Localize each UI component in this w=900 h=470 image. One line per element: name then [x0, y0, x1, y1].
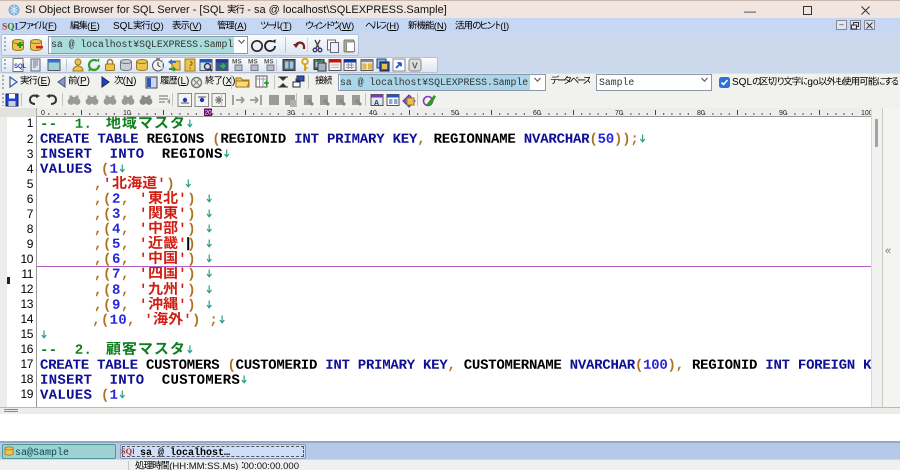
svg-text:60: 60: [533, 110, 541, 117]
svg-text:SQL: SQL: [14, 64, 26, 70]
svg-text:SQL: SQL: [121, 447, 134, 456]
svg-text:MS: MS: [248, 59, 258, 66]
svg-text:40: 40: [369, 110, 377, 117]
svg-text:90: 90: [779, 110, 787, 117]
svg-text:70: 70: [615, 110, 623, 117]
svg-text:MS: MS: [232, 59, 242, 66]
svg-text:30: 30: [287, 110, 295, 117]
svg-text:V: V: [412, 61, 418, 71]
svg-text:MS: MS: [264, 59, 274, 66]
svg-text:20: 20: [205, 110, 213, 117]
svg-text:50: 50: [451, 110, 459, 117]
svg-text:A: A: [374, 100, 379, 107]
svg-text:0: 0: [41, 110, 45, 117]
svg-text:80: 80: [697, 110, 705, 117]
svg-text:10: 10: [123, 110, 131, 117]
svg-text:100: 100: [861, 110, 871, 117]
